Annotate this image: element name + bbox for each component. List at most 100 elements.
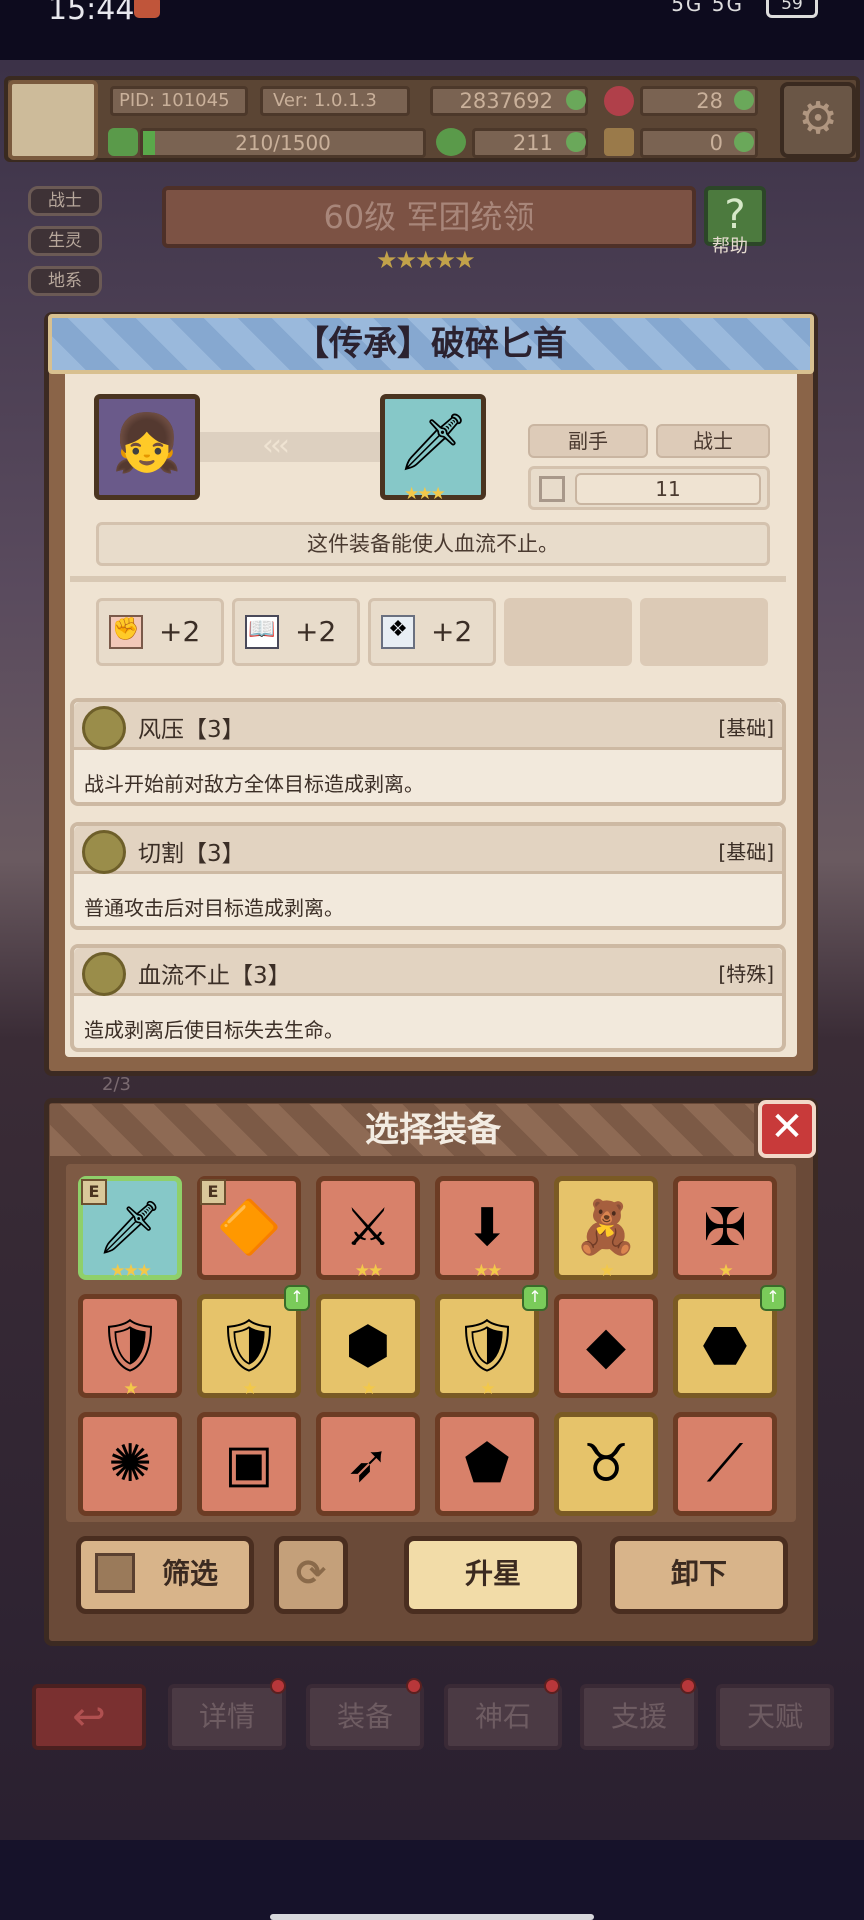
equipment-slot[interactable]: ⬢ ★ xyxy=(316,1294,420,1399)
item-stars: ★★★ xyxy=(110,1261,152,1281)
slot-type-badge: 副手 xyxy=(528,424,648,458)
equipment-slot[interactable]: ⬟ xyxy=(435,1412,539,1516)
back-arrow-icon[interactable]: ↩ xyxy=(32,1684,146,1750)
close-icon[interactable]: ✕ xyxy=(758,1100,816,1158)
battery-indicator: 59 xyxy=(766,0,818,18)
armor-icon: ▣ xyxy=(224,1434,274,1494)
gold-count: 2837692 xyxy=(430,86,588,116)
equipment-description: 这件装备能使人血流不止。 xyxy=(96,522,770,566)
stat-magic: 📖 +2 xyxy=(232,598,360,666)
hero-portrait[interactable]: 👧 xyxy=(94,394,200,500)
equipment-slot[interactable]: ⚔ ★★ xyxy=(316,1176,420,1281)
equipment-slot[interactable]: 🛡 ★ ↑ xyxy=(197,1285,310,1399)
side-tab-warrior[interactable]: 战士 xyxy=(28,186,102,216)
nav-details[interactable]: 详情 xyxy=(168,1684,286,1750)
equipment-slot[interactable]: ✠ ★ xyxy=(673,1176,777,1281)
equipment-slot[interactable]: ⬇ ★★ xyxy=(435,1176,539,1281)
equipment-slot[interactable]: ▣ xyxy=(197,1412,301,1516)
refresh-icon[interactable]: ⟳ xyxy=(274,1536,348,1614)
round-shield-icon: ✺ xyxy=(108,1434,152,1494)
nav-godstone[interactable]: 神石 xyxy=(444,1684,562,1750)
skill-icon xyxy=(82,830,126,874)
key-icon xyxy=(604,128,634,156)
equipment-slot[interactable]: 🔶 E xyxy=(197,1176,301,1280)
clover-exp-icon xyxy=(108,128,138,156)
power-icon xyxy=(539,476,565,502)
settings-gear-icon[interactable]: ⚙ xyxy=(780,82,856,158)
equipment-title: 【传承】破碎匕首 xyxy=(295,324,567,364)
skill-desc: 战斗开始前对敌方全体目标造成剥离。 xyxy=(84,772,424,796)
skill-name: 血流不止【3】 xyxy=(138,963,291,989)
page-counter: 2/3 xyxy=(102,1074,131,1095)
item-stars: ★ xyxy=(123,1379,138,1399)
signal-indicator: 5G 5G xyxy=(671,0,744,16)
item-stars: ★ xyxy=(480,1379,495,1399)
status-bar: 15:44 5G 5G 59 xyxy=(0,0,864,60)
equipment-slot[interactable]: ⬣ ↑ xyxy=(673,1285,786,1398)
nav-talent[interactable]: 天赋 xyxy=(716,1684,834,1750)
key-add-icon[interactable] xyxy=(734,132,754,152)
notification-dot xyxy=(544,1678,560,1694)
stat-attack-value: +2 xyxy=(159,615,201,648)
notification-dot xyxy=(680,1678,696,1694)
item-stars: ★ xyxy=(242,1379,257,1399)
clover-icon xyxy=(436,128,466,156)
side-tab-creature[interactable]: 生灵 xyxy=(28,226,102,256)
gem-icon xyxy=(604,86,634,116)
notification-icon xyxy=(134,0,160,18)
book-icon: 📖 xyxy=(245,615,279,649)
skill-icon xyxy=(82,952,126,996)
home-indicator xyxy=(270,1914,594,1920)
equipped-badge: E xyxy=(81,1179,107,1205)
side-tab-earth[interactable]: 地系 xyxy=(28,266,102,296)
class-badge: 战士 xyxy=(656,424,770,458)
power-box: 11 xyxy=(528,466,770,510)
upgrade-star-button[interactable]: 升星 xyxy=(404,1536,582,1614)
stat-empty-2 xyxy=(640,598,768,666)
equipment-slot[interactable]: 🧸 ★ xyxy=(554,1176,658,1281)
equipment-slot[interactable]: ➶ xyxy=(316,1412,420,1516)
stat-speed: ❖ +2 xyxy=(368,598,496,666)
nav-equipment[interactable]: 装备 xyxy=(306,1684,424,1750)
exp-bar: 210/1500 xyxy=(140,128,426,158)
exp-bar-fill xyxy=(143,131,156,155)
skill-tag: [基础] xyxy=(718,840,774,864)
gem-add-icon[interactable] xyxy=(734,90,754,110)
equipment-slot[interactable]: ♉ xyxy=(554,1412,658,1516)
equipment-slot[interactable]: 🗡 ★★★ E xyxy=(78,1176,182,1281)
gold-add-icon[interactable] xyxy=(566,90,586,110)
player-avatar[interactable] xyxy=(8,80,98,160)
skill-tag: [基础] xyxy=(718,716,774,740)
notification-dot xyxy=(406,1678,422,1694)
skill-desc: 造成剥离后使目标失去生命。 xyxy=(84,1018,344,1042)
unequip-button[interactable]: 卸下 xyxy=(610,1536,788,1614)
stat-attack: ✊ +2 xyxy=(96,598,224,666)
notification-dot xyxy=(270,1678,286,1694)
crystal-icon: ◆ xyxy=(586,1316,626,1376)
pid-label: PID: 101045 xyxy=(110,86,248,116)
inherit-arrow xyxy=(200,432,380,462)
help-label: 帮助 xyxy=(712,236,748,257)
equipment-slot[interactable]: ◆ xyxy=(554,1294,658,1398)
filter-button[interactable]: 筛选 xyxy=(76,1536,254,1614)
equipment-slot[interactable]: ⟋ xyxy=(673,1412,777,1516)
stat-magic-value: +2 xyxy=(295,615,337,648)
upgrade-available-icon: ↑ xyxy=(760,1285,786,1311)
upgrade-available-icon: ↑ xyxy=(284,1285,310,1311)
equipment-slot[interactable]: ✺ xyxy=(78,1412,182,1516)
level-banner: 60级 军团统领 xyxy=(162,186,696,248)
equipment-slot[interactable]: 🛡 ★ ↑ xyxy=(435,1285,548,1399)
nav-support[interactable]: 支援 xyxy=(580,1684,698,1750)
ice-shield-icon: ⬣ xyxy=(702,1316,748,1376)
skill-tag: [特殊] xyxy=(718,962,774,986)
knife-icon: ⟋ xyxy=(706,1434,744,1494)
item-stars: ★ xyxy=(361,1379,376,1399)
version-label: Ver: 1.0.1.3 xyxy=(260,86,410,116)
equipment-stars: ★★★ xyxy=(404,484,446,504)
exp-text: 210/1500 xyxy=(235,131,331,155)
equipment-slot[interactable]: 🛡 ★ xyxy=(78,1294,182,1399)
clover-add-icon[interactable] xyxy=(566,132,586,152)
item-stars: ★★ xyxy=(354,1261,383,1281)
item-stars: ★ xyxy=(718,1261,733,1281)
skill-icon xyxy=(82,706,126,750)
